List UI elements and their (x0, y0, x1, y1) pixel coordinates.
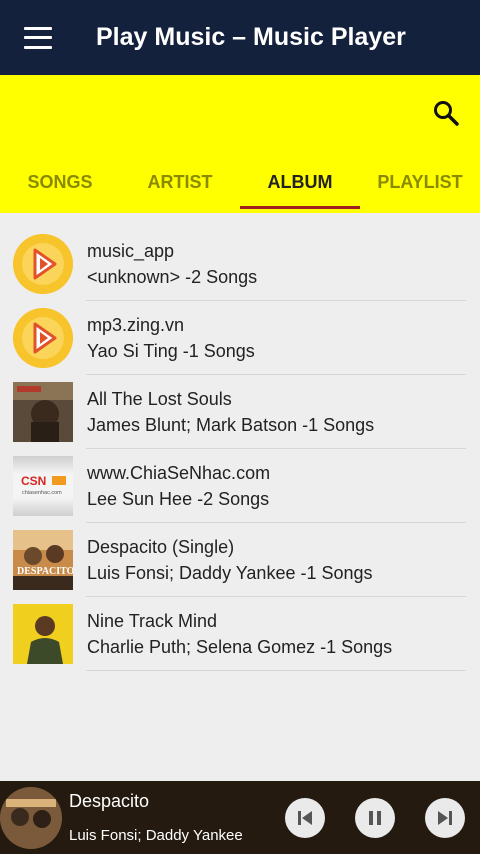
play-logo-icon (13, 308, 73, 368)
album-title: www.ChiaSeNhac.com (87, 463, 271, 483)
tab-artist[interactable]: ARTIST (120, 159, 240, 213)
album-art: CSN chiasenhac.com (13, 456, 73, 516)
csn-url-text: chiasenhac.com (22, 490, 62, 496)
album-row[interactable]: DESPACITO Despacito (Single) Luis Fonsi;… (0, 523, 480, 597)
album-title: Despacito (Single) (87, 537, 235, 557)
now-playing-bar[interactable]: Despacito Luis Fonsi; Daddy Yankee (0, 781, 480, 854)
album-row[interactable]: CSN chiasenhac.com www.ChiaSeNhac.com Le… (0, 449, 480, 523)
album-art: DESPACITO (13, 530, 73, 590)
tab-songs[interactable]: SONGS (0, 159, 120, 213)
app-title: Play Music – Music Player (96, 23, 406, 51)
album-subtitle: Yao Si Ting -1 Songs (87, 341, 255, 361)
skip-previous-icon (298, 811, 312, 825)
album-list: music_app <unknown> -2 Songs mp3.zing.vn… (0, 227, 480, 671)
album-art (13, 382, 73, 442)
csn-logo-text: CSN (21, 474, 46, 488)
pause-button[interactable] (355, 798, 395, 838)
menu-icon[interactable] (24, 26, 52, 49)
pause-icon (369, 811, 381, 825)
album-subtitle: Charlie Puth; Selena Gomez -1 Songs (87, 637, 393, 657)
album-title: music_app (87, 241, 175, 261)
tab-playlist[interactable]: PLAYLIST (360, 159, 480, 213)
header-panel: SONGS ARTIST ALBUM PLAYLIST (0, 75, 480, 213)
now-playing-artist: Luis Fonsi; Daddy Yankee (69, 827, 243, 844)
album-subtitle: Luis Fonsi; Daddy Yankee -1 Songs (87, 563, 373, 583)
album-row[interactable]: All The Lost Souls James Blunt; Mark Bat… (0, 375, 480, 449)
next-button[interactable] (425, 798, 465, 838)
tab-album[interactable]: ALBUM (240, 159, 360, 213)
skip-next-icon (438, 811, 452, 825)
tab-bar: SONGS ARTIST ALBUM PLAYLIST (0, 159, 480, 213)
album-subtitle: James Blunt; Mark Batson -1 Songs (87, 415, 375, 435)
album-art (13, 604, 73, 664)
now-playing-title: Despacito (69, 791, 150, 811)
play-logo-icon (13, 234, 73, 294)
app-bar: Play Music – Music Player (0, 0, 480, 75)
album-row[interactable]: mp3.zing.vn Yao Si Ting -1 Songs (0, 301, 480, 375)
album-title: mp3.zing.vn (87, 315, 185, 335)
despacito-cover-text: DESPACITO (17, 566, 73, 577)
album-row[interactable]: Nine Track Mind Charlie Puth; Selena Gom… (0, 597, 480, 671)
album-subtitle: <unknown> -2 Songs (87, 267, 258, 287)
album-row[interactable]: music_app <unknown> -2 Songs (0, 227, 480, 301)
album-art-placeholder-icon (13, 234, 73, 294)
album-subtitle: Lee Sun Hee -2 Songs (87, 489, 270, 509)
album-title: Nine Track Mind (87, 611, 218, 631)
album-art-placeholder-icon (13, 308, 73, 368)
search-icon[interactable] (432, 99, 460, 127)
previous-button[interactable] (285, 798, 325, 838)
now-playing-art (0, 787, 62, 849)
album-title: All The Lost Souls (87, 389, 232, 409)
